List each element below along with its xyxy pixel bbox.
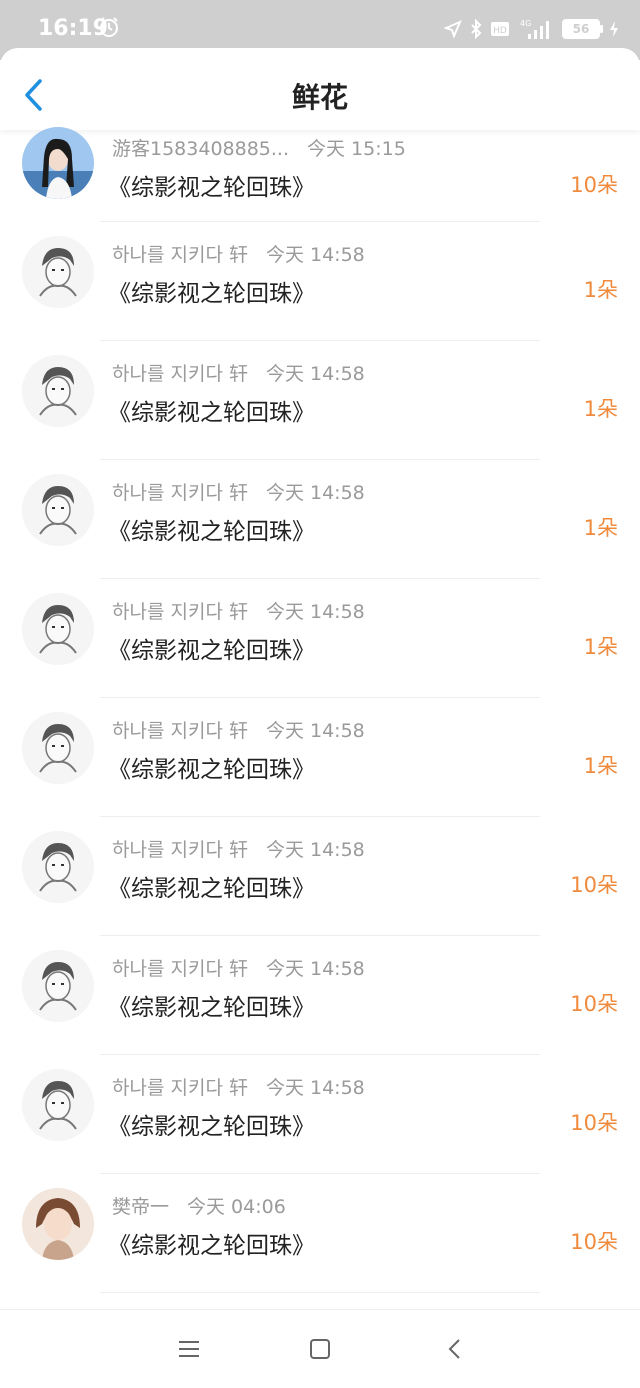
list-item[interactable]: 하나를 지키다 轩今天 14:58 《综影视之轮回珠》 1朵 [0,698,640,817]
item-meta: 游客1583408885... 今天 15:15 [112,134,406,161]
timestamp: 今天 14:58 [265,482,365,504]
timestamp: 今天 04:06 [187,1196,286,1218]
avatar[interactable] [22,127,94,199]
user-name: 하나를 지키다 轩 [112,1077,248,1099]
timestamp: 今天 14:58 [265,601,365,623]
flower-count: 10朵 [570,173,618,197]
user-name: 하나를 지키다 轩 [112,720,248,742]
avatar[interactable] [22,474,94,546]
avatar[interactable] [22,355,94,427]
flower-count: 1朵 [583,516,618,540]
menu-icon[interactable] [174,1334,204,1364]
signal-4g-icon: 4G [520,19,549,39]
avatar-illustration [22,1188,94,1260]
item-meta: 樊帝一 今天 04:06 [112,1192,286,1219]
user-name: 樊帝一 [112,1196,170,1218]
avatar[interactable] [22,1069,94,1141]
system-nav-bar [0,1309,640,1388]
list-item[interactable]: 하나를 지키다 轩今天 14:58 《综影视之轮回珠》 1朵 [0,222,640,341]
avatar[interactable] [22,236,94,308]
hd-icon: HD [491,22,509,36]
avatar[interactable] [22,1188,94,1260]
battery-level: 56 [572,22,590,36]
list-item[interactable]: 하나를 지키다 轩今天 14:58 《综影视之轮回珠》 10朵 [0,936,640,1055]
flower-count: 10朵 [570,1230,618,1254]
avatar-sketch [22,1069,94,1141]
user-name: 游客1583408885... [112,138,290,160]
item-meta: 하나를 지키다 轩今天 14:58 [112,597,365,624]
svg-text:4G: 4G [520,19,531,28]
book-title: 《综影视之轮回珠》 [108,1233,315,1259]
list-item[interactable]: 하나를 지키다 轩今天 14:58 《综影视之轮回珠》 1朵 [0,460,640,579]
back-triangle-icon[interactable] [440,1334,470,1364]
book-title: 《综影视之轮回珠》 [108,175,315,201]
user-name: 하나를 지키다 轩 [112,363,248,385]
item-meta: 하나를 지키다 轩今天 14:58 [112,716,365,743]
list-item[interactable]: 하나를 지키다 轩今天 14:58 《综影视之轮回珠》 1朵 [0,341,640,460]
flower-list: 游客1583408885... 今天 15:15 《综影视之轮回珠》 10朵 하나를 지… [0,127,640,1293]
avatar[interactable] [22,593,94,665]
charging-icon [610,21,618,37]
user-name: 하나를 지키다 轩 [112,482,248,504]
avatar-sketch [22,474,94,546]
flower-count: 10朵 [570,873,618,897]
page-title: 鲜花 [291,81,348,114]
book-title: 《综影视之轮回珠》 [108,1114,315,1140]
item-meta: 하나를 지키다 轩今天 14:58 [112,954,365,981]
avatar-sketch [22,950,94,1022]
flower-count: 1朵 [583,635,618,659]
bluetooth-icon [471,19,482,39]
avatar[interactable] [22,712,94,784]
user-name: 하나를 지키다 轩 [112,958,248,980]
item-meta: 하나를 지키다 轩今天 14:58 [112,1073,365,1100]
book-title: 《综影视之轮回珠》 [108,757,315,783]
flower-count: 1朵 [583,397,618,421]
item-meta: 하나를 지키다 轩今天 14:58 [112,359,365,386]
item-meta: 하나를 지키다 轩今天 14:58 [112,478,365,505]
avatar-sketch [22,712,94,784]
battery-icon: 56 [562,19,603,39]
avatar[interactable] [22,950,94,1022]
flower-count: 1朵 [583,278,618,302]
timestamp: 今天 14:58 [265,1077,365,1099]
avatar-sketch [22,831,94,903]
avatar-sketch [22,236,94,308]
avatar-sketch [22,593,94,665]
divider [100,1292,540,1293]
avatar-sketch [22,355,94,427]
flower-count: 10朵 [570,1111,618,1135]
user-name: 하나를 지키다 轩 [112,244,248,266]
book-title: 《综影视之轮回珠》 [108,638,315,664]
user-name: 하나를 지키다 轩 [112,601,248,623]
item-meta: 하나를 지키다 轩今天 14:58 [112,835,365,862]
book-title: 《综影视之轮回珠》 [108,400,315,426]
avatar-photo [22,127,94,199]
list-item[interactable]: 游客1583408885... 今天 15:15 《综影视之轮回珠》 10朵 [0,127,640,222]
location-icon [444,20,462,38]
flower-count: 10朵 [570,992,618,1016]
book-title: 《综影视之轮回珠》 [108,281,315,307]
flower-count: 1朵 [583,754,618,778]
list-item[interactable]: 樊帝一 今天 04:06 《综影视之轮回珠》 10朵 [0,1174,640,1293]
timestamp: 今天 14:58 [265,244,365,266]
list-item[interactable]: 하나를 지키다 轩今天 14:58 《综影视之轮回珠》 10朵 [0,817,640,936]
book-title: 《综影视之轮回珠》 [108,519,315,545]
alarm-icon [100,17,118,37]
timestamp: 今天 14:58 [265,363,365,385]
timestamp: 今天 15:15 [307,138,406,160]
avatar[interactable] [22,831,94,903]
book-title: 《综影视之轮回珠》 [108,995,315,1021]
list-item[interactable]: 하나를 지키다 轩今天 14:58 《综影视之轮回珠》 10朵 [0,1055,640,1174]
book-title: 《综影视之轮回珠》 [108,876,315,902]
timestamp: 今天 14:58 [265,839,365,861]
header: 鲜花 [0,48,640,130]
item-meta: 하나를 지키다 轩今天 14:58 [112,240,365,267]
svg-text:HD: HD [493,26,507,36]
timestamp: 今天 14:58 [265,958,365,980]
list-item[interactable]: 하나를 지키다 轩今天 14:58 《综影视之轮回珠》 1朵 [0,579,640,698]
timestamp: 今天 14:58 [265,720,365,742]
home-square-icon[interactable] [305,1334,335,1364]
user-name: 하나를 지키다 轩 [112,839,248,861]
